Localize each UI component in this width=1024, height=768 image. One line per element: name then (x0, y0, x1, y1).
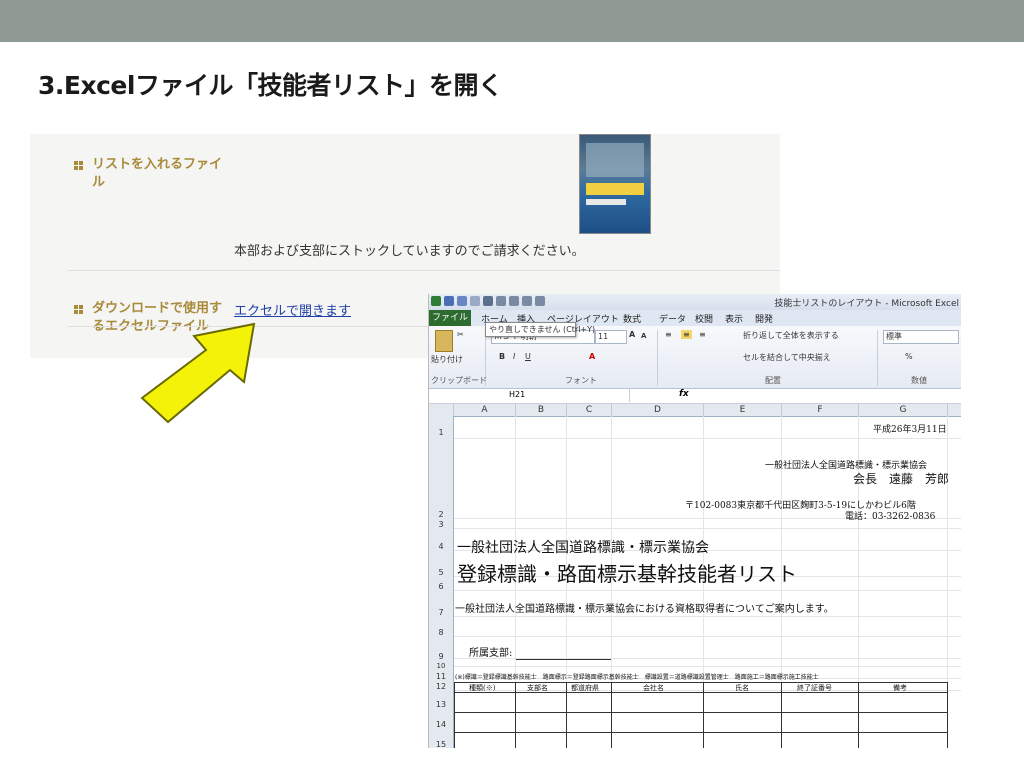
column-header[interactable]: E (704, 404, 782, 416)
align-left-icon[interactable]: ≡ (665, 330, 672, 339)
column-header[interactable]: F (782, 404, 859, 416)
row-header[interactable]: 9 (429, 652, 453, 661)
cell-date[interactable]: 平成26年3月11日 (873, 422, 947, 435)
align-right-icon[interactable]: ≡ (699, 330, 706, 339)
row-divider (68, 270, 780, 271)
slide-top-bar (0, 0, 1024, 42)
column-header[interactable] (429, 404, 454, 416)
row-label-list-file: リストを入れるファイル (92, 157, 223, 190)
row-text-request: 本部および支部にストックしていますのでご請求ください。 (234, 244, 585, 259)
grow-font-icon[interactable]: A (629, 330, 635, 339)
column-header[interactable]: D (612, 404, 704, 416)
column-header[interactable]: A (454, 404, 516, 416)
paste-icon[interactable] (435, 330, 453, 352)
book-cover-image (579, 134, 651, 234)
cut-icon[interactable]: ✂ (457, 330, 464, 339)
group-label-alignment: 配置 (765, 376, 781, 385)
row-header[interactable]: 7 (429, 608, 453, 617)
table-icon[interactable] (496, 296, 506, 306)
header-company[interactable]: 会社名 (643, 683, 664, 693)
grid-icon[interactable] (535, 296, 545, 306)
quick-access-toolbar (431, 296, 545, 308)
row-header[interactable]: 14 (429, 720, 453, 729)
cell-intro[interactable]: 一般社団法人全国道路標識・標示業協会における資格取得者についてご案内します。 (455, 600, 834, 615)
header-cert-number[interactable]: 終了証番号 (797, 683, 832, 693)
slide-title: 3.Excelファイル「技能者リスト」を開く (38, 71, 503, 100)
tab-view[interactable]: 表示 (725, 312, 743, 325)
row-header[interactable]: 3 (429, 520, 453, 529)
formula-bar: H21 fx (429, 389, 961, 404)
save-icon[interactable] (444, 296, 454, 306)
column-header[interactable]: C (567, 404, 612, 416)
tab-developer[interactable]: 開発 (755, 312, 773, 325)
header-type[interactable]: 種類(※) (469, 683, 495, 693)
tab-data[interactable]: データ (659, 312, 686, 325)
group-label-clipboard: クリップボード (431, 376, 487, 385)
grid-icon[interactable] (522, 296, 532, 306)
column-header[interactable]: B (516, 404, 567, 416)
group-label-font: フォント (565, 376, 597, 385)
excel-window-title: 技能士リストのレイアウト - Microsoft Excel (774, 299, 959, 309)
wrap-text-button[interactable]: 折り返して全体を表示する (743, 330, 839, 341)
column-header[interactable]: G (859, 404, 948, 416)
open-excel-link[interactable]: エクセルで開きます (234, 300, 351, 319)
tab-formulas[interactable]: 数式 (623, 312, 641, 325)
number-format-select[interactable]: 標準 (883, 330, 959, 344)
row-header[interactable]: 4 (429, 542, 453, 551)
bold-icon[interactable]: B (499, 352, 505, 361)
tab-review[interactable]: 校閲 (695, 312, 713, 325)
tab-file[interactable]: ファイル (429, 310, 471, 326)
cell-org-big[interactable]: 一般社団法人全国道路標識・標示業協会 (457, 537, 709, 557)
row-header[interactable]: 13 (429, 700, 453, 709)
cell-branch[interactable]: 所属支部: (469, 644, 512, 659)
name-box[interactable]: H21 (429, 389, 630, 402)
excel-window: 技能士リストのレイアウト - Microsoft Excel ファイル ホーム … (428, 294, 961, 748)
row-header[interactable]: 11 (429, 672, 453, 681)
header-prefecture[interactable]: 都道府県 (571, 683, 599, 693)
row-header[interactable]: 10 (429, 662, 453, 670)
italic-icon[interactable]: I (513, 352, 515, 361)
row-header[interactable]: 12 (429, 682, 453, 691)
fx-icon[interactable]: fx (679, 389, 689, 399)
percent-icon[interactable]: % (905, 352, 913, 361)
row-headers: 1 2 3 4 5 6 7 8 9 10 11 12 13 14 15 (429, 416, 454, 748)
row-header[interactable]: 5 (429, 568, 453, 577)
underline-icon[interactable]: U (525, 352, 531, 361)
excel-titlebar: 技能士リストのレイアウト - Microsoft Excel (429, 294, 961, 310)
redo-icon[interactable] (470, 296, 480, 306)
header-branch[interactable]: 支部名 (527, 683, 548, 693)
row-header[interactable]: 6 (429, 582, 453, 591)
row-header[interactable]: 15 (429, 740, 453, 748)
bullet-icon (74, 161, 84, 171)
row-header[interactable]: 2 (429, 510, 453, 519)
excel-logo-icon (431, 296, 441, 306)
grid-icon[interactable] (509, 296, 519, 306)
cell-note[interactable]: (※)標識＝登録標識基幹技能士 路面標示＝登録路面標示基幹技能士 標識設置＝道路… (455, 672, 819, 681)
group-label-number: 数値 (911, 376, 927, 385)
font-color-icon[interactable]: A (589, 352, 595, 361)
cell-list-title[interactable]: 登録標識・路面標示基幹技能者リスト (457, 558, 797, 587)
merge-center-button[interactable]: セルを結合して中央揃え (743, 352, 831, 363)
undo-icon[interactable] (457, 296, 467, 306)
align-center-icon[interactable]: ≡ (681, 330, 692, 339)
cell-phone[interactable]: 電話：03-3262-0836 (845, 509, 935, 522)
yellow-arrow-icon (140, 322, 256, 424)
paste-label[interactable]: 貼り付け (431, 354, 463, 365)
border-icon[interactable] (483, 296, 493, 306)
header-name[interactable]: 氏名 (735, 683, 749, 693)
row-header[interactable]: 1 (429, 428, 453, 437)
font-size-select[interactable]: 11 (595, 330, 627, 344)
bullet-icon (74, 305, 84, 315)
row-header[interactable]: 8 (429, 628, 453, 637)
cell-president[interactable]: 会長 遠藤 芳郎 (853, 470, 949, 487)
redo-tooltip: やり直しできません (Ctrl+Y) (485, 322, 595, 337)
shrink-font-icon[interactable]: A (641, 332, 646, 340)
header-remarks[interactable]: 備考 (893, 683, 907, 693)
